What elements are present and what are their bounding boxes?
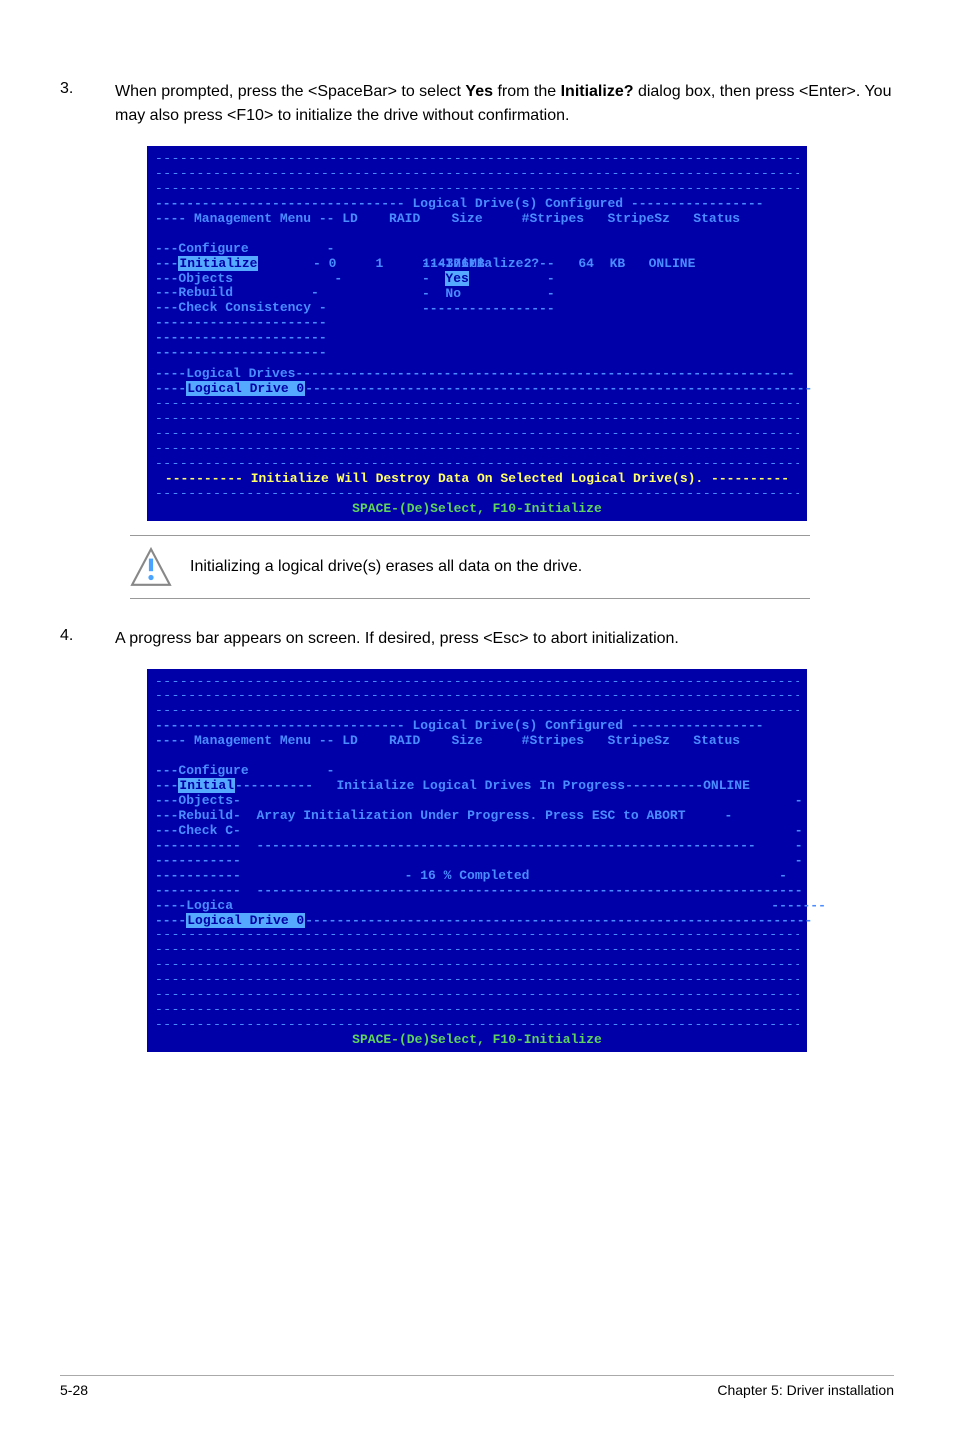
step-3-b: from the — [493, 83, 561, 100]
dialog-title: ---Initialize ?-- — [422, 256, 555, 271]
t1-columns: ---- Management Menu -- LD RAID Size #St… — [155, 212, 799, 227]
t1-help-bar: SPACE-(De)Select, F10-Initialize — [155, 502, 799, 517]
caution-note: Initializing a logical drive(s) erases a… — [130, 535, 810, 599]
terminal-screenshot-1: ----------------------------------------… — [147, 146, 807, 521]
dialog-no: No — [445, 286, 461, 301]
menu-configure: ---Configure — [155, 241, 249, 256]
menu-rebuild: ---Rebuild — [155, 285, 233, 300]
menu-check: ---Check Consistency — [155, 300, 311, 315]
ld-raid: 1 — [375, 256, 383, 271]
caution-text: Initializing a logical drive(s) erases a… — [190, 558, 582, 576]
step-3-text: When prompted, press the <SpaceBar> to s… — [115, 80, 894, 128]
t1-ld0: Logical Drive 0 — [186, 381, 305, 396]
t2-menu-objects: ---Objects- — [155, 793, 241, 808]
ld-status: ONLINE — [649, 256, 696, 271]
step-4-number: 4. — [60, 627, 115, 651]
t2-header: -------------------------------- Logical… — [155, 719, 799, 734]
t2-menu-check: ---Check C- — [155, 823, 241, 838]
step-3-a: When prompted, press the <SpaceBar> to s… — [115, 83, 465, 100]
t2-ld0: Logical Drive 0 — [186, 913, 305, 928]
step-3-bold-yes: Yes — [465, 83, 493, 100]
t2-progress-msg: Array Initialization Under Progress. Pre… — [256, 808, 685, 823]
t2-logica: ----Logica ------- — [155, 899, 799, 914]
page-number: 5-28 — [60, 1382, 88, 1398]
t2-percent: - 16 % Completed — [405, 868, 530, 883]
t2-menu-initial: Initial — [178, 778, 235, 793]
step-4-text: A progress bar appears on screen. If des… — [115, 627, 894, 651]
step-3-number: 3. — [60, 80, 115, 128]
menu-objects: ---Objects — [155, 271, 233, 286]
caution-icon — [130, 546, 172, 588]
chapter-title: Chapter 5: Driver installation — [717, 1382, 894, 1398]
terminal-screenshot-2: ----------------------------------------… — [147, 669, 807, 1052]
ld-stripesz: 64 KB — [578, 256, 625, 271]
t1-logical-drives: ----Logical Drives----------------------… — [155, 367, 799, 382]
t2-help-bar: SPACE-(De)Select, F10-Initialize — [155, 1033, 799, 1048]
initialize-dialog: ---Initialize ?-- - Yes - - No - -------… — [422, 242, 555, 317]
menu-initialize-selected: Initialize — [178, 256, 258, 271]
t2-menu-rebuild: ---Rebuild- — [155, 808, 241, 823]
t2-menu-configure: ---Configure — [155, 763, 249, 778]
t2-columns: ---- Management Menu -- LD RAID Size #St… — [155, 734, 799, 749]
ld-index: 0 — [329, 256, 337, 271]
dialog-yes: Yes — [445, 271, 468, 286]
t1-header: -------------------------------- Logical… — [155, 197, 799, 212]
step-3-bold-init: Initialize? — [561, 83, 634, 100]
t1-warning: Initialize Will Destroy Data On Selected… — [251, 471, 703, 486]
t2-progress-title: Initialize Logical Drives In Progress---… — [336, 778, 749, 793]
